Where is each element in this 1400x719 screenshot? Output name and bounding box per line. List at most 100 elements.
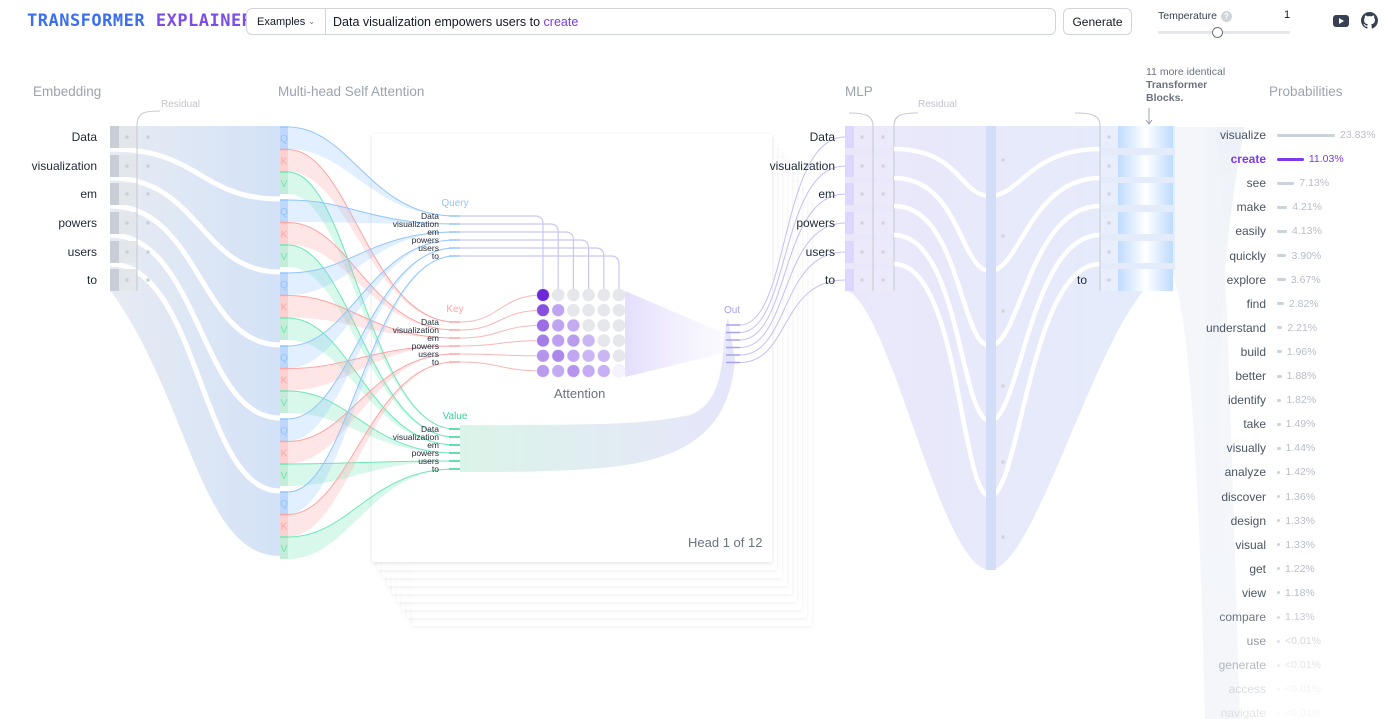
qkv-letter-v: V <box>281 325 288 336</box>
probability-percent: 23.83% <box>1340 129 1376 141</box>
mlp-token[interactable]: users <box>745 245 835 259</box>
qkv-letter-v: V <box>281 252 288 263</box>
qkv-letter-k: K <box>281 449 288 460</box>
probability-bar <box>1277 181 1295 185</box>
probability-percent: 1.36% <box>1285 490 1316 503</box>
probability-row[interactable]: quickly 3.90% <box>1200 248 1321 264</box>
transformer-blocks-vector <box>1118 269 1173 291</box>
dot <box>1107 164 1111 168</box>
probability-bar <box>1277 663 1280 667</box>
mlp-token[interactable]: powers <box>745 216 835 230</box>
attention-cell <box>566 318 580 332</box>
probability-row[interactable]: visualize 23.83% <box>1200 127 1376 143</box>
probability-row[interactable]: compare 1.13% <box>1200 609 1314 625</box>
attention-cell <box>551 334 565 348</box>
query-token: to <box>432 251 439 261</box>
qkv-letter-k: K <box>281 157 288 168</box>
dot <box>1001 460 1005 464</box>
dot <box>881 192 885 196</box>
embedding-vector <box>110 155 119 177</box>
dot <box>881 221 885 225</box>
embedding-token[interactable]: users <box>7 245 97 259</box>
probability-row[interactable]: visually 1.44% <box>1200 440 1316 456</box>
probability-percent: 3.67% <box>1290 273 1321 286</box>
attention-cell <box>566 334 580 348</box>
qkv-letter-v: V <box>281 544 288 555</box>
dot <box>146 278 150 282</box>
embedding-token[interactable]: em <box>7 187 97 201</box>
attention-cell <box>582 364 596 378</box>
head-indicator[interactable]: Head 1 of 12 <box>688 535 762 550</box>
probability-row[interactable]: easily 4.13% <box>1200 223 1322 239</box>
probability-row[interactable]: use <0.01% <box>1200 633 1321 649</box>
probability-word: get <box>1249 561 1266 576</box>
value-title: Value <box>443 411 468 422</box>
transformer-blocks-vector <box>1118 126 1173 148</box>
attention-cell <box>582 319 595 332</box>
probability-percent: 1.96% <box>1286 345 1317 358</box>
embedding-vector <box>110 126 119 148</box>
probability-percent: 1.88% <box>1286 370 1317 382</box>
embedding-token[interactable]: to <box>7 273 97 287</box>
dot <box>1001 158 1005 162</box>
attention-cell <box>582 303 595 317</box>
mlp-token[interactable]: em <box>745 187 835 201</box>
attention-cell <box>566 349 580 363</box>
attention-cell <box>551 364 565 378</box>
mlp-token[interactable]: to <box>745 273 835 287</box>
attention-cell <box>597 349 611 363</box>
embedding-vector <box>110 269 119 291</box>
probability-word: quickly <box>1229 248 1266 263</box>
dot <box>1001 234 1005 238</box>
probability-word: build <box>1240 344 1266 359</box>
probability-row[interactable]: visual 1.33% <box>1200 537 1315 553</box>
probability-row[interactable]: analyze 1.42% <box>1200 464 1316 480</box>
probability-row[interactable]: better 1.88% <box>1200 368 1316 384</box>
dot <box>146 250 150 254</box>
probability-percent: 4.21% <box>1292 201 1323 214</box>
probability-row[interactable]: see 7.13% <box>1200 175 1329 191</box>
probability-row[interactable]: design 1.33% <box>1200 513 1315 529</box>
attention-cell <box>536 364 550 378</box>
probability-word: visualize <box>1219 128 1266 142</box>
dot <box>881 135 885 139</box>
probability-row[interactable]: navigate <0.01% <box>1200 705 1321 719</box>
probability-row[interactable]: identify 1.82% <box>1200 392 1316 408</box>
probability-row[interactable]: generate <0.01% <box>1200 657 1321 673</box>
probability-percent: <0.01% <box>1285 707 1321 719</box>
probability-row[interactable]: access <0.01% <box>1200 681 1321 697</box>
qkv-letter-k: K <box>281 230 288 241</box>
attention-cell <box>612 334 626 347</box>
mlp-residual-vector <box>854 126 894 148</box>
probability-row[interactable]: explore 3.67% <box>1200 272 1321 288</box>
probability-word: easily <box>1235 224 1266 239</box>
mlp-token[interactable]: visualization <box>745 159 835 173</box>
embedding-vector <box>110 183 119 205</box>
probability-row[interactable]: take 1.49% <box>1200 416 1315 432</box>
probability-bar <box>1277 133 1335 137</box>
probability-percent: 4.13% <box>1292 225 1322 238</box>
probability-row[interactable]: make 4.21% <box>1200 199 1322 215</box>
embedding-token[interactable]: Data <box>7 130 97 144</box>
out-label: Out <box>724 305 740 316</box>
probability-word: discover <box>1221 489 1266 504</box>
mlp-token[interactable]: Data <box>745 130 835 144</box>
probability-bar <box>1277 422 1281 426</box>
probability-row[interactable]: find 2.82% <box>1200 296 1319 312</box>
probability-row[interactable]: build 1.96% <box>1200 344 1317 360</box>
probability-row[interactable]: get 1.22% <box>1200 561 1314 577</box>
probability-bar <box>1277 470 1281 474</box>
dot <box>881 250 885 254</box>
embedding-token[interactable]: powers <box>7 216 97 230</box>
probability-row[interactable]: discover 1.36% <box>1200 489 1315 505</box>
embedding-token[interactable]: visualization <box>7 159 97 173</box>
probability-row[interactable]: create 11.03% <box>1200 151 1344 167</box>
value-token: to <box>432 464 439 474</box>
dot <box>146 135 150 139</box>
probability-word: understand <box>1205 320 1266 335</box>
probability-percent: 11.03% <box>1308 153 1344 166</box>
probability-row[interactable]: view 1.18% <box>1200 585 1315 601</box>
probability-percent: 1.33% <box>1285 538 1316 551</box>
probability-row[interactable]: understand 2.21% <box>1200 320 1317 336</box>
probability-percent: 2.21% <box>1287 321 1318 334</box>
